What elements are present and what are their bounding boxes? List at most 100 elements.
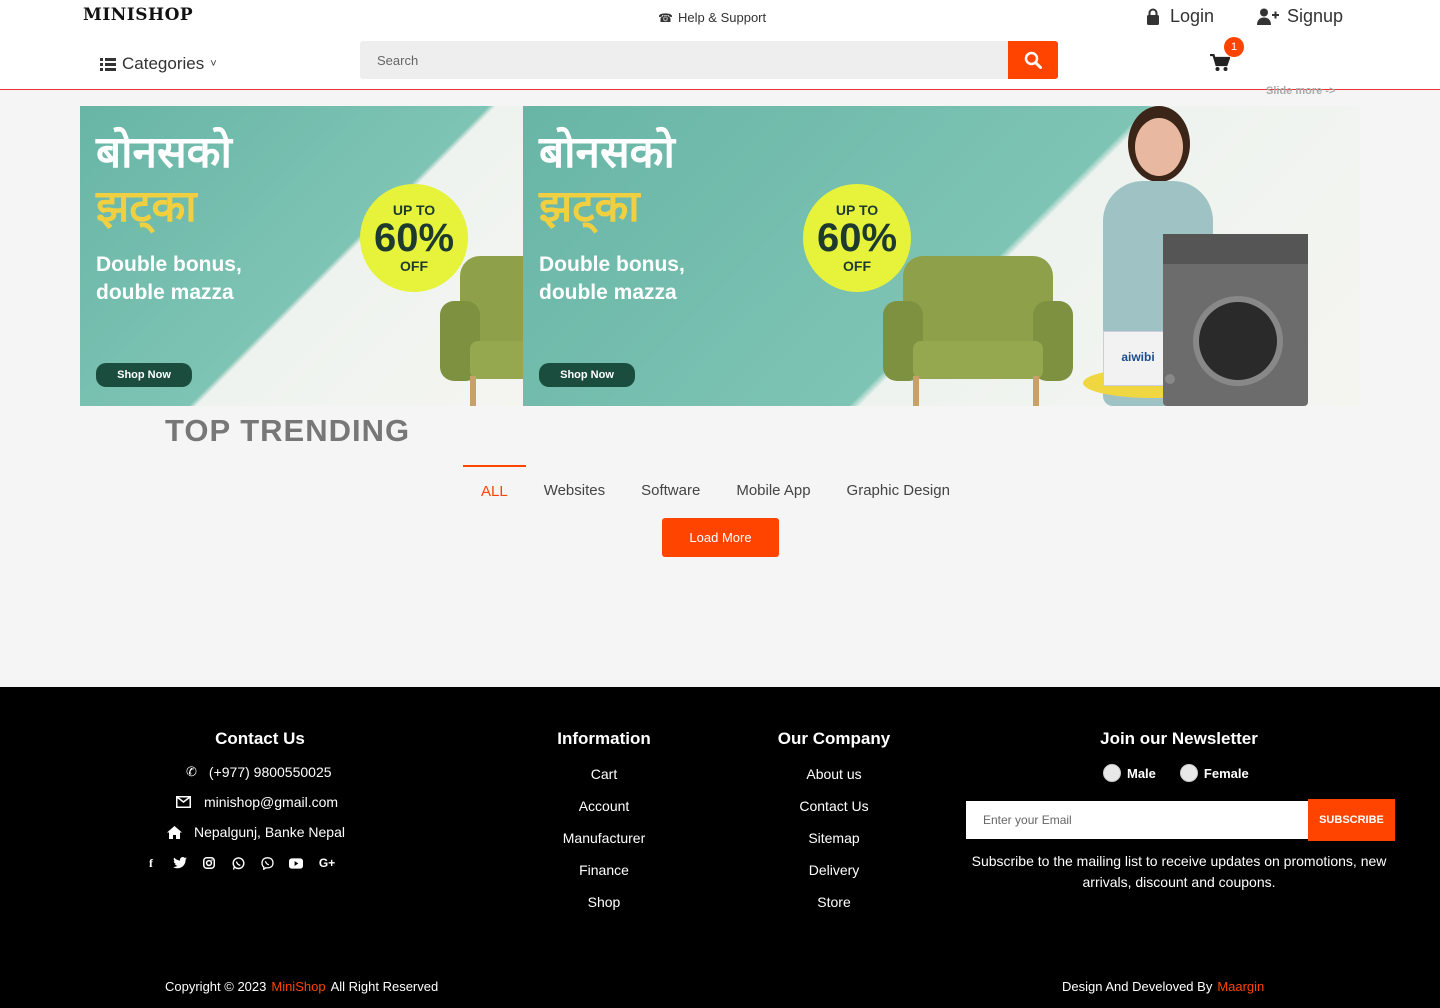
radio-circle[interactable] xyxy=(1179,764,1198,782)
copyright-brand-link[interactable]: MiniShop xyxy=(271,979,325,994)
credit-prefix: Design And Develoved By xyxy=(1062,979,1213,994)
twitter-icon[interactable] xyxy=(173,856,187,870)
address-text: Nepalgunj, Banke Nepal xyxy=(194,824,345,840)
site-logo[interactable]: MINISHOP xyxy=(83,5,193,25)
footer-link-contact-us[interactable]: Contact Us xyxy=(734,797,934,829)
phone-number: (+977) 9800550025 xyxy=(208,764,332,780)
badge-percent: 60% xyxy=(816,216,898,260)
site-footer: Contact Us ✆ (+977) 9800550025 minishop@… xyxy=(0,687,1440,1008)
login-link[interactable]: Login xyxy=(1146,6,1214,27)
promo-banner[interactable]: बोनसको झट्का Double bonus, double mazza … xyxy=(80,106,1360,406)
company-links: About us Contact Us Sitemap Delivery Sto… xyxy=(734,765,934,925)
banner-slide[interactable]: बोनसको झट्का Double bonus, double mazza … xyxy=(80,106,523,406)
newsletter-description: Subscribe to the mailing list to receive… xyxy=(971,853,1387,890)
banner-title-line2: झट्का xyxy=(539,181,640,232)
banner-title: बोनसको झट्का xyxy=(96,126,232,234)
search-button[interactable] xyxy=(1008,41,1058,79)
site-header: MINISHOP ☎ Help & Support Login Signup C… xyxy=(0,0,1440,97)
google-plus-icon[interactable]: G+ xyxy=(318,856,336,870)
categories-dropdown[interactable]: Categories ˅ xyxy=(100,54,217,74)
banner-slide[interactable]: बोनसको झट्का Double bonus, double mazza … xyxy=(523,106,1360,406)
help-support-label: Help & Support xyxy=(677,10,767,25)
footer-link-delivery[interactable]: Delivery xyxy=(734,861,934,893)
phone-icon: ✆ xyxy=(186,764,197,779)
headset-icon: ☎ xyxy=(658,10,673,25)
instagram-icon[interactable] xyxy=(202,856,216,870)
banner-title-line1: बोनसको xyxy=(539,127,675,178)
login-label: Login xyxy=(1170,6,1215,26)
radio-circle[interactable] xyxy=(1103,764,1121,782)
email-address: minishop@gmail.com xyxy=(204,794,339,810)
gender-female-radio[interactable]: Female xyxy=(1179,764,1249,782)
information-links: Cart Account Manufacturer Finance Shop xyxy=(504,765,704,925)
gender-radio-group: Male Female xyxy=(1103,764,1249,782)
youtube-icon[interactable] xyxy=(289,856,303,870)
product-box-brand: aiwibi xyxy=(1121,350,1155,364)
newsletter-email-input[interactable] xyxy=(966,801,1308,839)
envelope-icon xyxy=(176,796,191,808)
search-input[interactable] xyxy=(360,41,1008,79)
signup-link[interactable]: Signup xyxy=(1257,6,1343,27)
signup-label: Signup xyxy=(1287,6,1344,26)
slide-more-hint: Slide more -> xyxy=(1266,85,1336,97)
search-icon xyxy=(1024,51,1042,69)
copyright: Copyright © 2023 MiniShop All Right Rese… xyxy=(165,979,438,994)
whatsapp-icon[interactable] xyxy=(231,856,245,870)
washing-machine-image xyxy=(1163,234,1308,406)
banner-subtitle: Double bonus, double mazza xyxy=(96,251,242,307)
categories-label: Categories xyxy=(122,54,205,73)
footer-link-manufacturer[interactable]: Manufacturer xyxy=(504,829,704,861)
facebook-icon[interactable]: f xyxy=(144,856,158,870)
badge-bottom-text: OFF xyxy=(400,258,428,274)
tab-mobile-app[interactable]: Mobile App xyxy=(718,465,828,505)
banner-subtitle-line2: double mazza xyxy=(96,281,234,304)
contact-address: Nepalgunj, Banke Nepal xyxy=(167,824,345,840)
gender-male-radio[interactable]: Male xyxy=(1103,764,1156,782)
footer-link-about-us[interactable]: About us xyxy=(734,765,934,797)
footer-link-cart[interactable]: Cart xyxy=(504,765,704,797)
user-plus-icon xyxy=(1257,8,1279,25)
copyright-suffix: All Right Reserved xyxy=(330,979,439,994)
subscribe-button[interactable]: SUBSCRIBE xyxy=(1308,799,1395,841)
gender-female-label: Female xyxy=(1203,765,1249,781)
armchair-image xyxy=(440,256,523,406)
help-support-link[interactable]: ☎ Help & Support xyxy=(658,10,766,25)
banner-title-line1: बोनसको xyxy=(96,127,232,178)
footer-link-sitemap[interactable]: Sitemap xyxy=(734,829,934,861)
tab-all[interactable]: ALL xyxy=(463,465,526,505)
social-links: f G+ xyxy=(144,856,336,871)
search-bar xyxy=(360,41,1058,79)
developer-credit: Design And Develoved By Maargin xyxy=(1062,979,1264,994)
contact-phone[interactable]: ✆ (+977) 9800550025 xyxy=(186,764,332,780)
footer-link-shop[interactable]: Shop xyxy=(504,893,704,925)
banner-title-line2: झट्का xyxy=(96,181,197,232)
armchair-image xyxy=(883,256,1073,406)
copyright-prefix: Copyright © 2023 xyxy=(165,979,267,994)
footer-link-store[interactable]: Store xyxy=(734,893,934,925)
carousel-indicator[interactable] xyxy=(1165,374,1175,384)
contact-email[interactable]: minishop@gmail.com xyxy=(176,794,338,810)
company-heading: Our Company xyxy=(777,729,891,748)
top-trending-heading: TOP TRENDING xyxy=(165,413,411,448)
tab-software[interactable]: Software xyxy=(623,465,718,505)
trending-tabs: ALL Websites Software Mobile App Graphic… xyxy=(463,465,968,505)
footer-link-account[interactable]: Account xyxy=(504,797,704,829)
tab-graphic-design[interactable]: Graphic Design xyxy=(829,465,968,505)
viber-icon[interactable] xyxy=(260,856,274,870)
developer-link[interactable]: Maargin xyxy=(1217,979,1264,994)
badge-percent: 60% xyxy=(373,216,455,260)
contact-heading: Contact Us xyxy=(215,729,305,748)
tab-websites[interactable]: Websites xyxy=(526,465,623,505)
shop-now-button[interactable]: Shop Now xyxy=(539,363,635,387)
footer-link-finance[interactable]: Finance xyxy=(504,861,704,893)
home-icon xyxy=(167,825,182,839)
shop-now-button[interactable]: Shop Now xyxy=(96,363,192,387)
lock-icon xyxy=(1147,8,1159,25)
newsletter-heading: Join our Newsletter xyxy=(1100,729,1258,748)
information-heading: Information xyxy=(557,729,651,748)
cart-count-badge: 1 xyxy=(1224,37,1244,57)
cart-button[interactable] xyxy=(1210,53,1231,78)
load-more-button[interactable]: Load More xyxy=(662,518,779,557)
banner-subtitle-line1: Double bonus, xyxy=(539,253,685,276)
banner-title: बोनसको झट्का xyxy=(539,126,675,234)
